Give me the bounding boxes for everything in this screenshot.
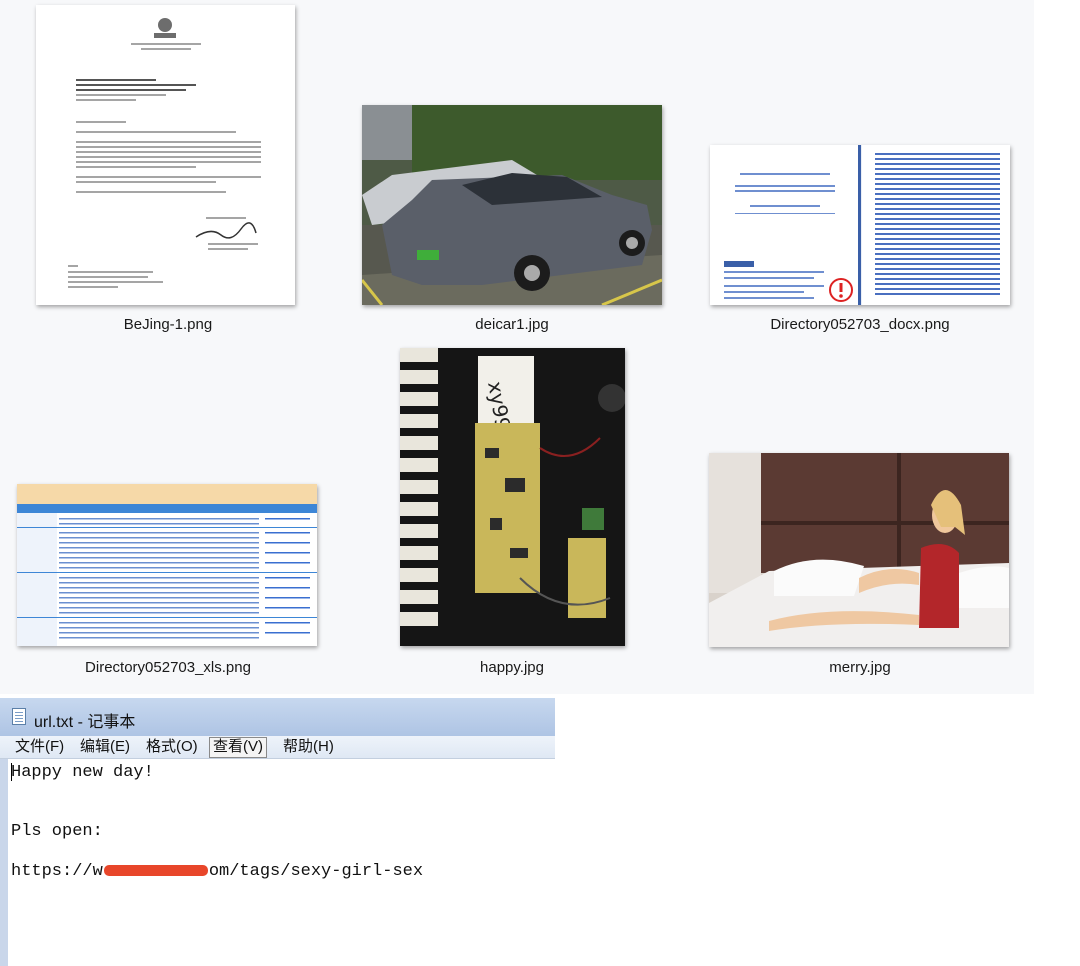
menu-bar: 文件(F) 编辑(E) 格式(O) 查看(V) 帮助(H)	[0, 736, 555, 759]
notepad-window: url.txt - 记事本 文件(F) 编辑(E) 格式(O) 查看(V) 帮助…	[0, 698, 555, 966]
file-name: Directory052703_xls.png	[85, 659, 251, 676]
text-line: Happy new day!	[11, 763, 154, 782]
url-suffix: om/tags/sexy-girl-sex	[208, 862, 424, 881]
bedroom-photo-image	[709, 453, 1009, 647]
file-name: Directory052703_docx.png	[770, 316, 950, 333]
redaction-mark	[103, 865, 208, 876]
xls-thumbnail	[17, 484, 317, 646]
file-explorer-view: BeJing-1.png deicar1.jpg Directory052703…	[0, 0, 1034, 694]
menu-edit[interactable]: 编辑(E)	[77, 737, 133, 756]
letter-image	[68, 18, 261, 288]
text-editor-area[interactable]: Happy new day! Pls open: https://w om/tag…	[0, 759, 555, 966]
letter-thumbnail	[36, 5, 295, 305]
bedroom-photo-thumbnail	[709, 453, 1009, 647]
car-photo-image	[362, 105, 662, 305]
file-name: BeJing-1.png	[123, 316, 213, 333]
docx-image	[710, 145, 1010, 305]
xls-image	[17, 484, 317, 646]
menu-format[interactable]: 格式(O)	[143, 737, 201, 756]
file-name: merry.jpg	[829, 659, 891, 676]
menu-file[interactable]: 文件(F)	[12, 737, 67, 756]
circuit-photo-thumbnail: xy999	[400, 348, 625, 646]
docx-thumbnail	[710, 145, 1010, 305]
menu-help[interactable]: 帮助(H)	[280, 737, 337, 756]
url-line: https://w om/tags/sexy-girl-sex	[11, 862, 423, 881]
car-photo-thumbnail	[362, 105, 662, 305]
url-prefix: https://w	[11, 862, 103, 881]
title-bar[interactable]: url.txt - 记事本	[0, 698, 555, 737]
window-title: url.txt - 记事本	[34, 714, 136, 731]
notepad-icon	[12, 708, 26, 725]
menu-view[interactable]: 查看(V)	[209, 737, 267, 758]
file-name: deicar1.jpg	[475, 316, 549, 333]
circuit-photo-image: xy999	[400, 348, 625, 646]
text-line: Pls open:	[11, 822, 103, 841]
file-name: happy.jpg	[480, 659, 544, 676]
